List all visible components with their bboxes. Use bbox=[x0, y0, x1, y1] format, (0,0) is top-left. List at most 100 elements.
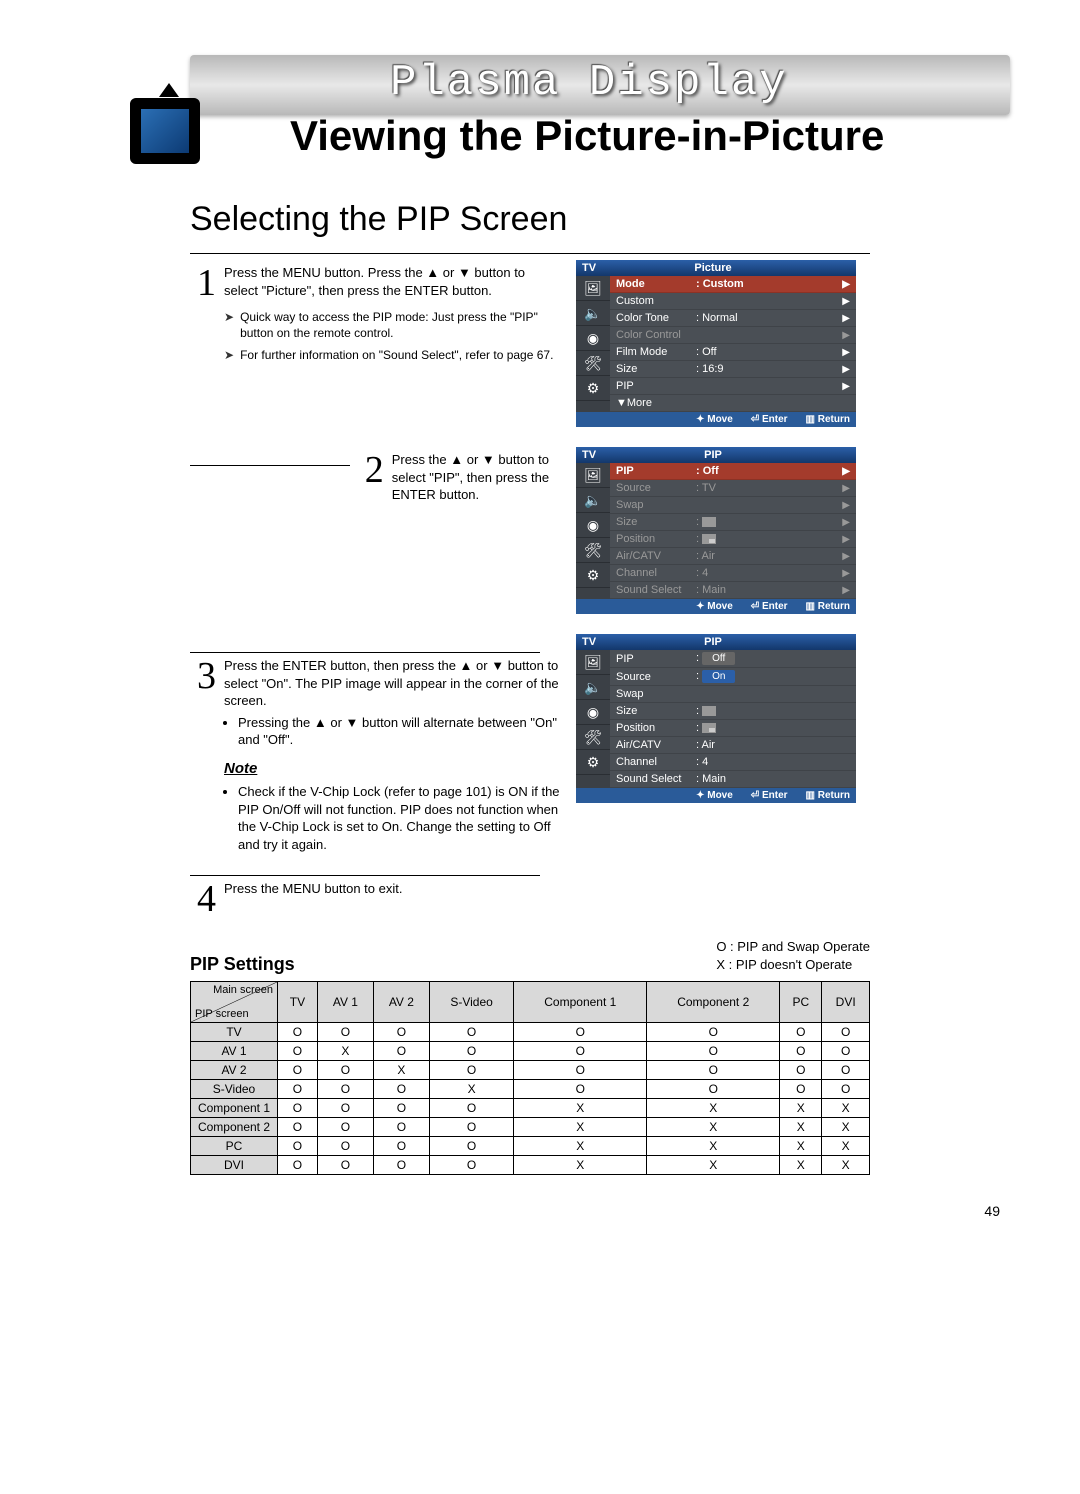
osd-row-label: Sound Select bbox=[616, 584, 696, 596]
table-cell: O bbox=[278, 1079, 318, 1098]
table-cell: O bbox=[373, 1041, 429, 1060]
table-cell: O bbox=[373, 1136, 429, 1155]
corner-main-screen: Main screen bbox=[213, 984, 273, 996]
step-3-bullet: Pressing the ▲ or ▼ button will alternat… bbox=[238, 714, 560, 749]
table-cell: O bbox=[647, 1022, 780, 1041]
table-cell: O bbox=[780, 1079, 822, 1098]
channel-icon: ◉ bbox=[576, 700, 610, 725]
size-box-icon bbox=[702, 706, 716, 716]
table-cell: X bbox=[822, 1136, 870, 1155]
osd-enter-hint: ⏎ Enter bbox=[751, 790, 788, 801]
table-cell: O bbox=[822, 1022, 870, 1041]
table-cell: O bbox=[278, 1022, 318, 1041]
chevron-right-icon: ▶ bbox=[842, 500, 850, 511]
row-header: DVI bbox=[191, 1155, 278, 1174]
option-on: On bbox=[702, 670, 735, 683]
table-cell: O bbox=[317, 1079, 373, 1098]
pip-settings-legend: O : PIP and Swap Operate X : PIP doesn't… bbox=[716, 938, 870, 974]
row-header: AV 1 bbox=[191, 1041, 278, 1060]
option-off: Off bbox=[702, 652, 735, 665]
step-3-text: Press the ENTER button, then press the ▲… bbox=[224, 658, 559, 708]
osd-row-label: Color Control bbox=[616, 329, 696, 341]
table-cell: O bbox=[373, 1155, 429, 1174]
sound-icon: 🔈 bbox=[576, 301, 610, 326]
osd-row-value: : TV bbox=[696, 482, 842, 494]
chevron-right-icon: ▶ bbox=[842, 364, 850, 375]
chevron-right-icon: ▶ bbox=[842, 534, 850, 545]
table-cell: O bbox=[317, 1022, 373, 1041]
table-cell: O bbox=[317, 1117, 373, 1136]
step-1-tip-2: For further information on "Sound Select… bbox=[240, 347, 553, 363]
osd-row-value: : bbox=[696, 533, 699, 545]
chevron-right-icon: ▶ bbox=[842, 551, 850, 562]
table-cell: O bbox=[278, 1098, 318, 1117]
osd-row-label: Custom bbox=[616, 295, 696, 307]
section-heading: Selecting the PIP Screen bbox=[190, 200, 870, 254]
osd-row-value: : Air bbox=[696, 739, 850, 751]
function-icon: ⚙ bbox=[576, 376, 610, 401]
step-3-note: Check if the V-Chip Lock (refer to page … bbox=[238, 783, 560, 853]
table-cell: X bbox=[822, 1155, 870, 1174]
col-header: AV 2 bbox=[373, 981, 429, 1022]
osd-picture-menu: TV Picture 🖼 🔈 ◉ 🛠 ⚙ Mode: Custom▶ Custo… bbox=[576, 260, 856, 427]
osd-title: PIP bbox=[596, 636, 830, 648]
picture-icon: 🖼 bbox=[576, 650, 610, 675]
osd-row-label: Channel bbox=[616, 567, 696, 579]
table-cell: O bbox=[514, 1060, 647, 1079]
table-cell: O bbox=[780, 1022, 822, 1041]
chevron-right-icon: ▶ bbox=[842, 313, 850, 324]
osd-more: ▼More bbox=[616, 397, 696, 409]
osd-row-label: Sound Select bbox=[616, 773, 696, 785]
step-2-text: Press the ▲ or ▼ button to select "PIP",… bbox=[392, 451, 560, 504]
row-header: S-Video bbox=[191, 1079, 278, 1098]
table-cell: O bbox=[647, 1079, 780, 1098]
osd-row-label: Source bbox=[616, 671, 696, 683]
osd-row-label: Swap bbox=[616, 688, 696, 700]
osd-row-value: : bbox=[696, 670, 699, 682]
col-header: Component 2 bbox=[647, 981, 780, 1022]
table-cell: X bbox=[780, 1136, 822, 1155]
setup-icon: 🛠 bbox=[576, 351, 610, 376]
table-cell: X bbox=[780, 1117, 822, 1136]
table-cell: O bbox=[317, 1136, 373, 1155]
table-cell: O bbox=[373, 1098, 429, 1117]
step-2: 2 Press the ▲ or ▼ button to select "PIP… bbox=[190, 447, 1010, 634]
osd-row-label: Size bbox=[616, 516, 696, 528]
table-corner-cell: Main screen PIP screen bbox=[191, 981, 278, 1022]
chevron-right-icon: ▶ bbox=[842, 296, 850, 307]
table-cell: O bbox=[278, 1117, 318, 1136]
osd-enter-hint: ⏎ Enter bbox=[751, 601, 788, 612]
table-cell: X bbox=[514, 1117, 647, 1136]
osd-title: PIP bbox=[596, 449, 830, 461]
setup-icon: 🛠 bbox=[576, 538, 610, 563]
osd-enter-hint: ⏎ Enter bbox=[751, 414, 788, 425]
step-number: 4 bbox=[190, 880, 216, 918]
channel-icon: ◉ bbox=[576, 326, 610, 351]
manual-page: Plasma Display Viewing the Picture-in-Pi… bbox=[0, 0, 1080, 1494]
table-cell: O bbox=[514, 1079, 647, 1098]
osd-tv-label: TV bbox=[582, 262, 596, 274]
pip-settings-table: Main screen PIP screen TV AV 1 AV 2 S-Vi… bbox=[190, 981, 870, 1175]
sound-icon: 🔈 bbox=[576, 488, 610, 513]
table-cell: X bbox=[514, 1136, 647, 1155]
table-cell: O bbox=[429, 1041, 513, 1060]
col-header: S-Video bbox=[429, 981, 513, 1022]
table-cell: X bbox=[647, 1155, 780, 1174]
table-cell: O bbox=[278, 1155, 318, 1174]
page-number: 49 bbox=[70, 1203, 1000, 1219]
col-header: AV 1 bbox=[317, 981, 373, 1022]
position-box-icon bbox=[702, 723, 716, 733]
page-banner: Plasma Display Viewing the Picture-in-Pi… bbox=[190, 40, 1010, 170]
osd-row-value: : Normal bbox=[696, 312, 842, 324]
table-cell: X bbox=[429, 1079, 513, 1098]
chevron-right-icon: ▶ bbox=[842, 330, 850, 341]
legend-x: X : PIP doesn't Operate bbox=[716, 956, 870, 974]
osd-row-label: PIP bbox=[616, 380, 696, 392]
osd-row-label: Source bbox=[616, 482, 696, 494]
table-cell: O bbox=[429, 1098, 513, 1117]
chevron-right-icon: ▶ bbox=[842, 568, 850, 579]
table-cell: O bbox=[780, 1060, 822, 1079]
osd-pip-menu: TV PIP 🖼 🔈 ◉ 🛠 ⚙ PIP: Off▶ Source: TV▶ S… bbox=[576, 447, 856, 614]
table-cell: X bbox=[822, 1117, 870, 1136]
table-cell: X bbox=[514, 1098, 647, 1117]
